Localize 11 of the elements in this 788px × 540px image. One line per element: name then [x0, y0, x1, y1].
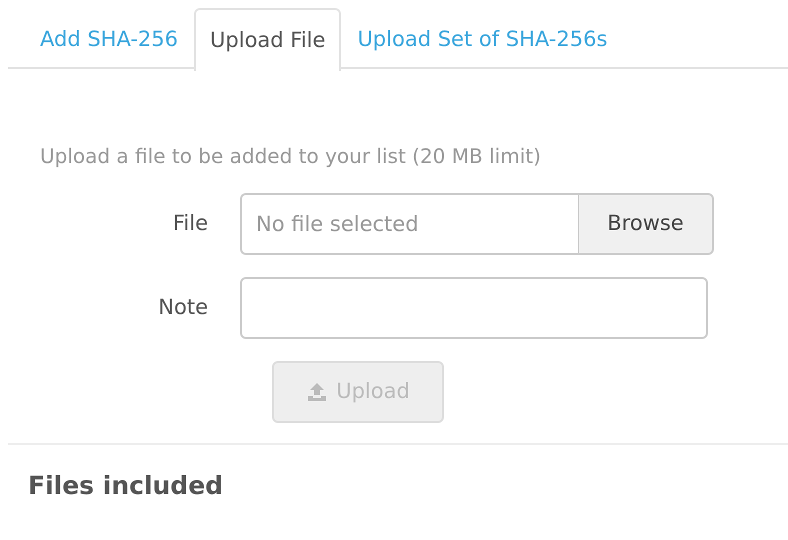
browse-button[interactable]: Browse: [578, 193, 714, 255]
tab[interactable]: Upload Set of SHA-256s: [341, 8, 624, 69]
tab[interactable]: Add SHA-256: [24, 8, 194, 69]
upload-icon: [306, 382, 328, 402]
file-field[interactable]: No file selected: [240, 193, 578, 255]
note-field[interactable]: [240, 277, 708, 339]
tab[interactable]: Upload File: [194, 8, 342, 71]
intro-text: Upload a file to be added to your list (20 MB limit): [40, 143, 542, 170]
section-heading: Files included: [28, 470, 224, 502]
field-label: Note: [157, 294, 209, 322]
field-label: File: [172, 210, 209, 238]
